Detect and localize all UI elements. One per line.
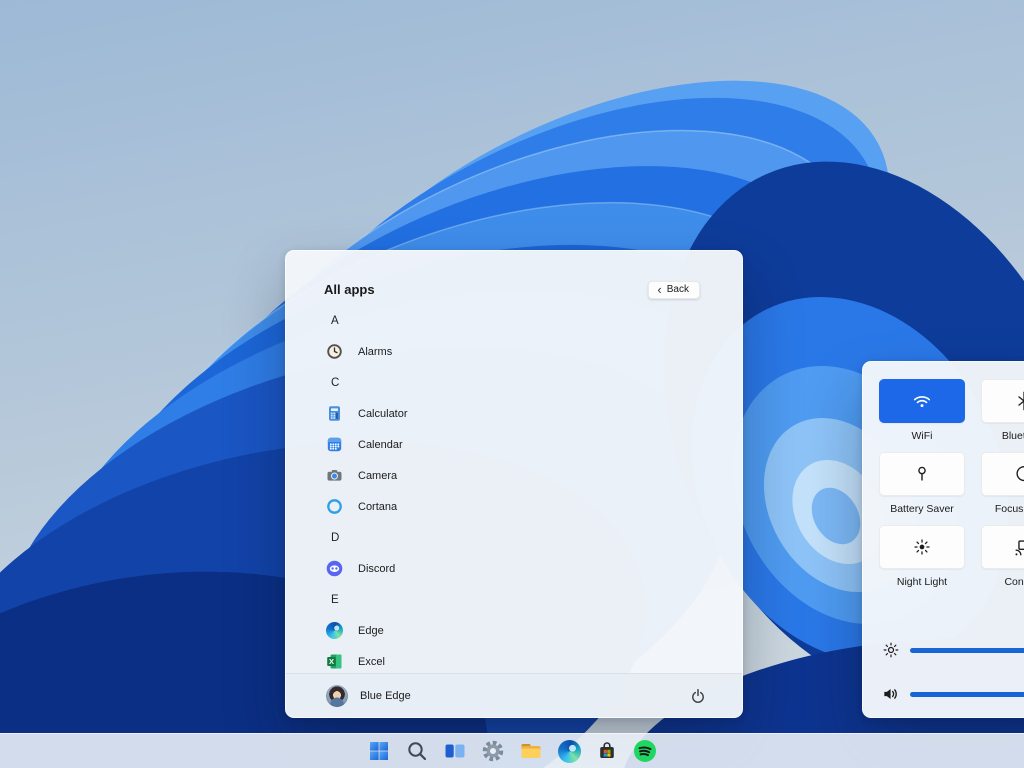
power-button[interactable] xyxy=(684,682,712,710)
gear-icon xyxy=(481,739,505,763)
edge-button[interactable] xyxy=(557,739,582,764)
settings-button[interactable] xyxy=(481,739,506,764)
camera-icon xyxy=(326,467,343,484)
app-list-item-cortana[interactable]: Cortana xyxy=(286,491,742,522)
all-apps-title: All apps xyxy=(324,282,375,297)
focus-assist-button[interactable] xyxy=(981,452,1024,496)
quick-tile-night-light: Night Light xyxy=(879,525,965,588)
app-list-item-discord[interactable]: Discord xyxy=(286,553,742,584)
section-letter-e[interactable]: E xyxy=(286,584,742,615)
discord-icon xyxy=(326,560,343,577)
night-light-icon xyxy=(911,536,933,558)
quick-tile-connect: Connect xyxy=(981,525,1024,588)
back-button[interactable]: ‹ Back xyxy=(648,281,700,299)
svg-text:X: X xyxy=(329,657,334,666)
app-list-item-calendar[interactable]: Calendar xyxy=(286,429,742,460)
app-list-item-excel[interactable]: X Excel xyxy=(286,646,742,674)
bluetooth-button[interactable] xyxy=(981,379,1024,423)
start-icon xyxy=(367,739,391,763)
connect-label: Connect xyxy=(1004,576,1024,588)
user-avatar xyxy=(326,685,348,707)
night-light-label: Night Light xyxy=(897,576,947,588)
app-list-item-edge[interactable]: Edge xyxy=(286,615,742,646)
taskbar xyxy=(0,733,1024,768)
calculator-icon xyxy=(326,405,343,422)
wifi-button[interactable] xyxy=(879,379,965,423)
task-view-button[interactable] xyxy=(443,739,468,764)
alarms-icon xyxy=(326,343,343,360)
section-letter-c[interactable]: C xyxy=(286,367,742,398)
wifi-icon xyxy=(911,390,933,412)
spotify-button[interactable] xyxy=(633,739,658,764)
app-list-item-alarms[interactable]: Alarms xyxy=(286,336,742,367)
chevron-left-icon: ‹ xyxy=(657,285,661,295)
quick-tile-bluetooth: Bluetooth xyxy=(981,379,1024,442)
microsoft-store-button[interactable] xyxy=(595,739,620,764)
app-list-item-calculator[interactable]: Calculator xyxy=(286,398,742,429)
quick-tile-focus-assist: Focus assist xyxy=(981,452,1024,515)
volume-slider-row xyxy=(881,682,1024,706)
night-light-button[interactable] xyxy=(879,525,965,569)
desktop: All apps ‹ Back A Alarms C xyxy=(0,0,1024,768)
app-list: A Alarms C xyxy=(286,305,742,674)
brightness-slider[interactable] xyxy=(910,648,1024,653)
edge-icon xyxy=(558,740,581,763)
start-menu-panel: All apps ‹ Back A Alarms C xyxy=(285,250,743,718)
connect-icon xyxy=(1013,536,1024,558)
battery-saver-icon xyxy=(911,463,933,485)
calendar-icon xyxy=(326,436,343,453)
start-button[interactable] xyxy=(367,739,392,764)
power-icon xyxy=(690,688,706,704)
microsoft-store-icon xyxy=(595,739,619,763)
user-name: Blue Edge xyxy=(360,690,411,702)
app-list-item-camera[interactable]: Camera xyxy=(286,460,742,491)
volume-icon xyxy=(881,684,901,704)
cortana-icon xyxy=(326,498,343,515)
file-explorer-button[interactable] xyxy=(519,739,544,764)
quick-settings-panel: WiFi Bluetooth Battery Saver xyxy=(862,361,1024,718)
quick-tile-wifi: WiFi xyxy=(879,379,965,442)
bluetooth-icon xyxy=(1013,390,1024,412)
quick-settings-grid: WiFi Bluetooth Battery Saver xyxy=(879,379,1024,588)
wifi-label: WiFi xyxy=(912,430,933,442)
spotify-icon xyxy=(633,739,657,763)
back-button-label: Back xyxy=(667,284,689,295)
brightness-slider-row xyxy=(881,638,1024,662)
section-letter-a[interactable]: A xyxy=(286,305,742,336)
file-explorer-icon xyxy=(519,739,543,763)
focus-assist-label: Focus assist xyxy=(995,503,1024,515)
excel-icon: X xyxy=(326,653,343,670)
brightness-icon xyxy=(881,640,901,660)
bluetooth-label: Bluetooth xyxy=(1002,430,1024,442)
task-view-icon xyxy=(443,739,467,763)
search-button[interactable] xyxy=(405,739,430,764)
edge-icon xyxy=(326,622,343,639)
quick-tile-battery-saver: Battery Saver xyxy=(879,452,965,515)
connect-button[interactable] xyxy=(981,525,1024,569)
section-letter-d[interactable]: D xyxy=(286,522,742,553)
battery-saver-button[interactable] xyxy=(879,452,965,496)
search-icon xyxy=(405,739,429,763)
user-profile-button[interactable]: Blue Edge xyxy=(286,685,411,707)
volume-slider[interactable] xyxy=(910,692,1024,697)
battery-saver-label: Battery Saver xyxy=(890,503,954,515)
start-menu-footer: Blue Edge xyxy=(286,673,742,717)
focus-assist-icon xyxy=(1013,463,1024,485)
